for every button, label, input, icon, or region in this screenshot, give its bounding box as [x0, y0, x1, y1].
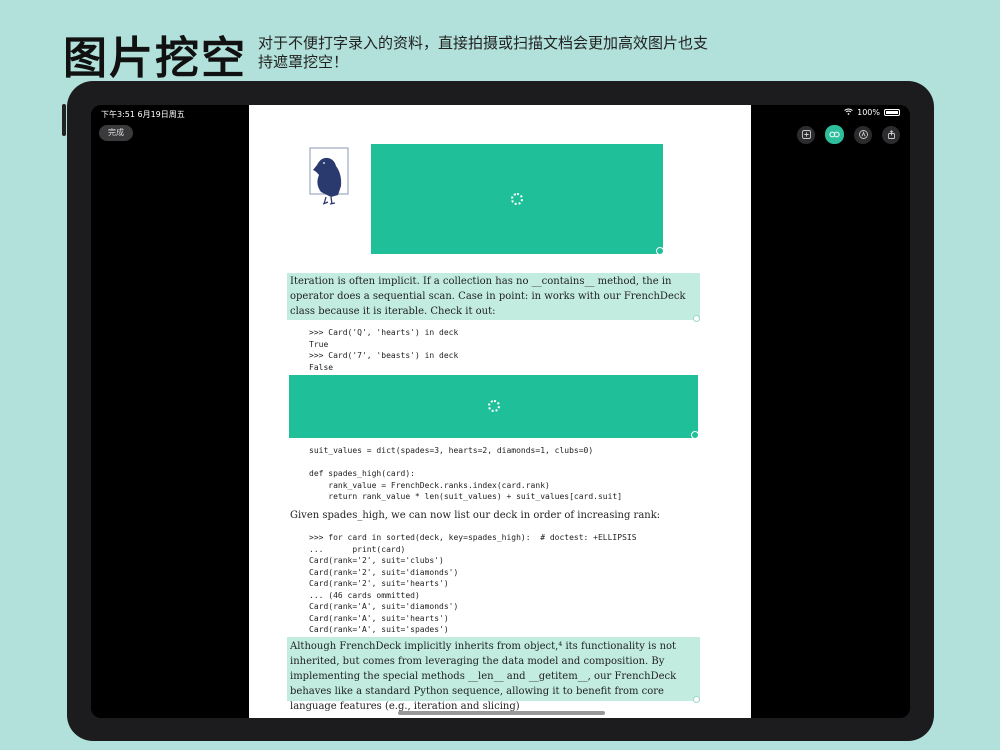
- code-block-3: >>> for card in sorted(deck, key=spades_…: [309, 533, 637, 634]
- document-page: Iteration is often implicit. If a collec…: [249, 105, 751, 718]
- ipad-side-button: [62, 104, 66, 136]
- mask-toggle-icon[interactable]: [825, 125, 844, 144]
- mask-card-1-resize-handle[interactable]: [656, 247, 664, 255]
- status-right: 100%: [844, 108, 900, 117]
- subtitle: 对于不便打字录入的资料，直接拍摄或扫描文档会更加高效图片也支持遮罩挖空！: [258, 34, 709, 71]
- mask-card-2-resize-handle[interactable]: [691, 431, 699, 439]
- battery-percent: 100%: [857, 108, 880, 117]
- toolbar: [797, 125, 900, 144]
- paragraph-1: Iteration is often implicit. If a collec…: [290, 276, 686, 317]
- code-block-2: suit_values = dict(spades=3, hearts=2, d…: [309, 446, 623, 501]
- done-button[interactable]: 完成: [99, 125, 133, 141]
- screen: 下午3:51 6月19日周五 100% 完成 Iteration is ofte…: [91, 105, 910, 718]
- home-indicator[interactable]: [398, 711, 605, 715]
- add-icon[interactable]: [797, 125, 815, 144]
- bird-logo-icon: [309, 147, 349, 205]
- pen-icon[interactable]: [854, 125, 872, 144]
- code-block-1: >>> Card('Q', 'hearts') in deck True >>>…: [309, 328, 459, 372]
- paragraph-3: Although FrenchDeck implicitly inherits …: [290, 641, 677, 712]
- share-icon[interactable]: [882, 125, 900, 144]
- headline: 图片挖空: [63, 33, 247, 84]
- wifi-icon: [844, 108, 853, 117]
- status-time: 下午3:51 6月19日周五: [101, 110, 185, 119]
- battery-icon: [884, 109, 900, 116]
- ipad-frame: 下午3:51 6月19日周五 100% 完成 Iteration is ofte…: [67, 81, 934, 741]
- loading-spinner-icon: [488, 400, 500, 412]
- paragraph-2: Given spades_high, we can now list our d…: [290, 510, 661, 521]
- loading-spinner-icon: [511, 193, 523, 205]
